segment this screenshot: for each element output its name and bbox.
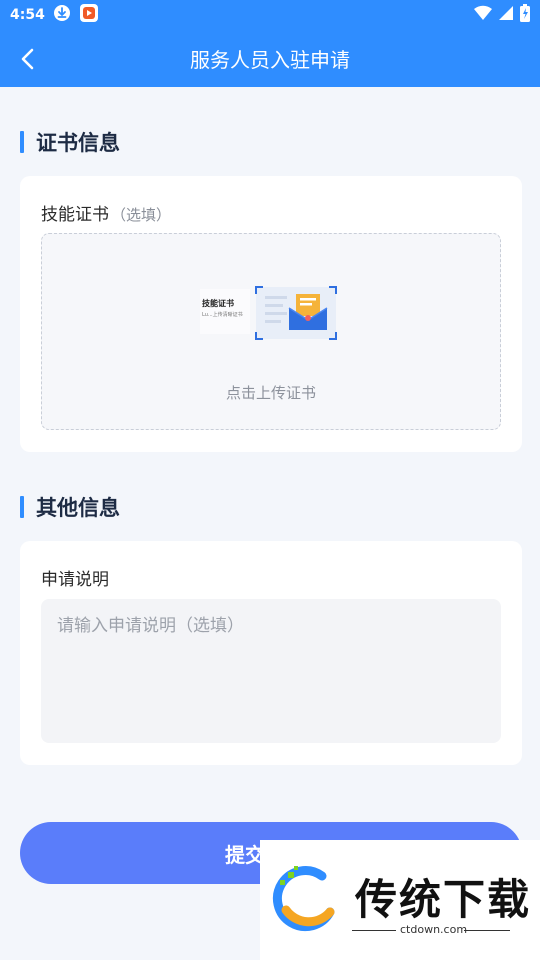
battery-icon xyxy=(520,4,530,26)
skill-certificate-label-text: 技能证书 xyxy=(41,205,109,225)
section-accent-bar xyxy=(20,131,24,153)
ctdown-logo-icon xyxy=(272,866,335,932)
submit-label: 提交 xyxy=(225,843,265,867)
wifi-icon xyxy=(474,5,492,25)
watermark: 传统下载 ctdown.com xyxy=(260,840,540,960)
app-notification-icon xyxy=(79,3,99,27)
download-notification-icon xyxy=(53,4,71,26)
certificate-upload-area[interactable]: 技能证书 Lu...上传清晰证书 点击上传证书 xyxy=(41,233,501,430)
certificate-card: 技能证书 （选填） 技能证书 Lu...上传清晰证书 点击上传证书 xyxy=(20,176,522,452)
watermark-divider-left xyxy=(352,930,396,931)
status-time: 4:54 xyxy=(10,7,45,23)
illustration-subtitle: Lu...上传清晰证书 xyxy=(202,312,243,318)
optional-tag: （选填） xyxy=(111,206,172,224)
back-button[interactable] xyxy=(12,44,42,74)
application-note-card: 申请说明 xyxy=(20,541,522,765)
watermark-divider-right xyxy=(464,930,510,931)
skill-certificate-label: 技能证书 （选填） xyxy=(41,200,171,225)
watermark-brand: 传统下载 xyxy=(355,875,532,924)
certificate-section-title: 证书信息 xyxy=(36,131,120,155)
illustration-card-preview: 技能证书 Lu...上传清晰证书 xyxy=(200,289,250,334)
application-note-label: 申请说明 xyxy=(41,570,109,590)
upload-hint: 点击上传证书 xyxy=(225,384,316,402)
status-bar: 4:54 xyxy=(0,0,540,30)
certificate-illustration: 技能证书 Lu...上传清晰证书 xyxy=(200,284,340,344)
watermark-url: ctdown.com xyxy=(400,923,468,936)
other-section-title: 其他信息 xyxy=(36,496,120,520)
application-note-input[interactable] xyxy=(41,599,501,743)
chevron-left-icon xyxy=(21,48,34,70)
page-title: 服务人员入驻申请 xyxy=(190,48,350,72)
certificate-section-header: 证书信息 xyxy=(20,127,120,157)
signal-icon xyxy=(498,5,514,25)
app-bar: 服务人员入驻申请 xyxy=(0,30,540,87)
other-section-header: 其他信息 xyxy=(20,492,120,522)
illustration-title: 技能证书 xyxy=(202,299,234,308)
upload-envelope-icon xyxy=(255,286,337,340)
section-accent-bar xyxy=(20,496,24,518)
